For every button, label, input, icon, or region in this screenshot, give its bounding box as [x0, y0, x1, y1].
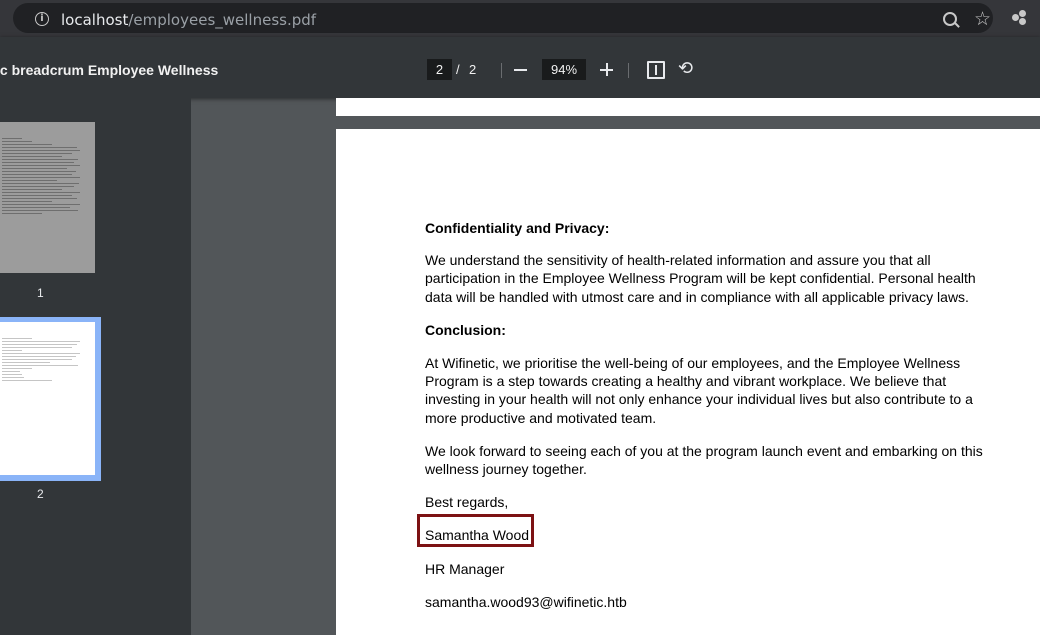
url-host: localhost — [61, 11, 129, 29]
signer-email: samantha.wood93@wifinetic.htb — [425, 593, 627, 610]
site-info-icon[interactable]: i — [35, 12, 49, 26]
paragraph-conclusion: At Wifinetic, we prioritise the well-bei… — [425, 355, 973, 426]
heading-confidentiality: Confidentiality and Privacy: — [425, 220, 610, 236]
page-thumbnail-2[interactable] — [0, 322, 95, 475]
signer-title: HR Manager — [425, 560, 505, 577]
page-separator: / — [456, 62, 460, 77]
rotate-icon[interactable]: ⟲ — [678, 59, 693, 79]
paragraph-closing: We look forward to seeing each of you at… — [425, 442, 983, 478]
toolbar-divider — [628, 63, 629, 78]
thumbnail-label: 1 — [37, 286, 44, 300]
page-content: Confidentiality and Privacy: We understa… — [425, 219, 985, 611]
page-thumbnail-1[interactable] — [0, 122, 95, 273]
sign-off: Best regards, — [425, 494, 509, 511]
page-number-input[interactable]: 2 — [427, 59, 452, 80]
browser-address-bar: i localhost/employees_wellness.pdf ☆ — [0, 0, 1040, 37]
page-total: 2 — [469, 62, 477, 77]
thumbnail-text-lines — [2, 338, 80, 383]
pdf-toolbar: ic breadcrum Employee Wellness 2 / 2 94%… — [0, 37, 1040, 98]
bookmark-star-icon[interactable]: ☆ — [974, 9, 991, 29]
fit-to-page-icon[interactable] — [647, 61, 665, 79]
zoom-icon[interactable] — [943, 12, 957, 26]
thumbnail-text-lines — [2, 138, 80, 216]
paragraph-confidentiality: We understand the sensitivity of health-… — [425, 252, 976, 305]
signer-name-highlight-box — [417, 514, 534, 547]
heading-conclusion: Conclusion: — [425, 321, 506, 338]
toolbar-divider — [501, 63, 502, 78]
zoom-level-input[interactable]: 94% — [542, 59, 586, 80]
thumbnail-label: 2 — [37, 487, 44, 501]
thumbnail-sidebar: 1 2 — [0, 98, 191, 635]
url-path: /employees_wellness.pdf — [128, 11, 317, 29]
page-thumbnail-2-selected[interactable] — [0, 317, 101, 481]
previous-page-bottom — [336, 98, 1040, 116]
extensions-icon[interactable] — [1012, 10, 1028, 26]
zoom-in-icon[interactable] — [600, 63, 613, 76]
document-title: ic breadcrum Employee Wellness — [0, 62, 219, 78]
omnibox[interactable]: i localhost/employees_wellness.pdf ☆ — [13, 3, 993, 33]
zoom-out-icon[interactable] — [514, 69, 527, 71]
url-text[interactable]: localhost/employees_wellness.pdf — [61, 11, 316, 29]
pdf-page-2: Confidentiality and Privacy: We understa… — [336, 129, 1040, 635]
